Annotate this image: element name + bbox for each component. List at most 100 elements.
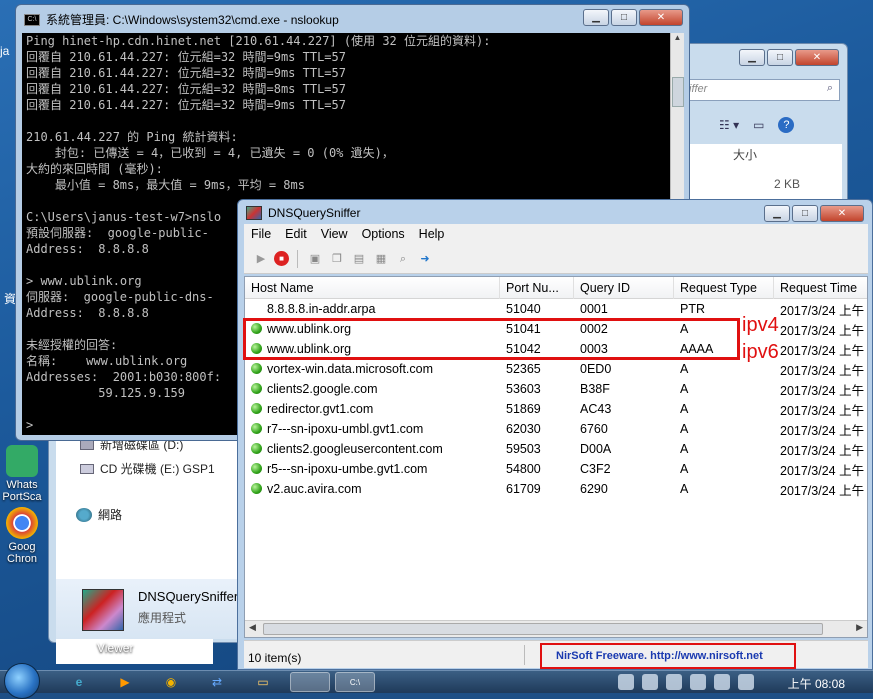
properties-icon[interactable]: ▤ bbox=[350, 250, 368, 268]
console-line: 210.61.44.227 的 Ping 統計資料: bbox=[26, 130, 238, 144]
cell-type: A bbox=[680, 482, 689, 496]
scrollbar-thumb[interactable] bbox=[672, 77, 684, 107]
detail-file-name: DNSQuerySniffer bbox=[138, 589, 239, 604]
menu-edit[interactable]: Edit bbox=[278, 227, 314, 241]
application-icon bbox=[82, 589, 124, 631]
scroll-right-arrow-icon[interactable]: ▶ bbox=[856, 622, 863, 633]
column-header-query-id[interactable]: Query ID bbox=[574, 277, 674, 299]
close-button[interactable]: ✕ bbox=[639, 9, 683, 26]
table-row[interactable]: r5---sn-ipoxu-umbe.gvt1.com 54800 C3F2 A 201… bbox=[245, 459, 867, 479]
menu-options[interactable]: Options bbox=[355, 227, 412, 241]
table-row[interactable]: clients2.google.com 53603 B38F A 2017/3/24 上… bbox=[245, 379, 867, 399]
find-icon[interactable]: ⌕ bbox=[394, 250, 412, 268]
file-explorer-taskbar-icon[interactable]: ▭ bbox=[250, 672, 276, 692]
arrow-tray-icon[interactable] bbox=[666, 674, 682, 690]
cell-time: 2017/3/24 上午 bbox=[780, 423, 865, 438]
minimize-button[interactable]: ▁ bbox=[764, 205, 790, 222]
table-row[interactable]: redirector.gvt1.com 51869 AC43 A 2017/3/24 上… bbox=[245, 399, 867, 419]
maximize-button[interactable]: □ bbox=[767, 49, 793, 66]
column-header-host-name[interactable]: Host Name bbox=[245, 277, 500, 299]
column-header-request-time[interactable]: Request Time bbox=[774, 277, 867, 299]
cell-time: 2017/3/24 上午 bbox=[780, 343, 865, 358]
chrome-taskbar-icon[interactable]: ◉ bbox=[158, 672, 184, 692]
cell-type: A bbox=[680, 442, 689, 456]
minimize-button[interactable]: ▁ bbox=[739, 49, 765, 66]
ipv6-annotation: ipv6 bbox=[742, 341, 779, 363]
network-icon bbox=[76, 507, 92, 522]
system-tray bbox=[618, 674, 754, 690]
dnsquerysniffer-window[interactable]: DNSQuerySniffer ▁ □ ✕ File Edit View Opt… bbox=[237, 199, 873, 670]
cell-time: 2017/3/24 上午 bbox=[780, 363, 865, 378]
cell-port: 53603 bbox=[506, 382, 541, 396]
save-icon[interactable]: ▣ bbox=[306, 250, 324, 268]
search-input[interactable]: iffer ⌕ bbox=[682, 79, 840, 101]
cell-qid: C3F2 bbox=[580, 462, 611, 476]
menu-help[interactable]: Help bbox=[412, 227, 452, 241]
exit-icon[interactable]: ➜ bbox=[416, 250, 434, 268]
start-capture-icon[interactable]: ▶ bbox=[252, 250, 270, 268]
table-row[interactable]: v2.auc.avira.com 61709 6290 A 2017/3/24 上午 bbox=[245, 479, 867, 499]
menu-file[interactable]: File bbox=[244, 227, 278, 241]
preview-pane-icon[interactable]: ▭ bbox=[753, 118, 764, 132]
table-row[interactable]: r7---sn-ipoxu-umbl.gvt1.com 62030 6760 A 201… bbox=[245, 419, 867, 439]
host-name-text: clients2.google.com bbox=[267, 382, 378, 396]
status-item-count: 10 item(s) bbox=[248, 651, 302, 665]
chrome-icon bbox=[6, 507, 38, 539]
console-line: 封包: 已傳送 = 4，已收到 = 4, 已遺失 = 0 (0% 遺失)， bbox=[26, 146, 394, 160]
search-icon: ⌕ bbox=[826, 82, 833, 94]
nav-item-network[interactable]: 網路 bbox=[76, 506, 122, 523]
cell-port: 62030 bbox=[506, 422, 541, 436]
scrollbar-thumb[interactable] bbox=[263, 623, 823, 635]
media-player-icon[interactable]: ▶ bbox=[112, 672, 138, 692]
horizontal-scrollbar[interactable]: ◀ ▶ bbox=[245, 620, 867, 637]
dnsquerysniffer-taskbar-button[interactable] bbox=[290, 672, 330, 692]
help-icon[interactable]: ? bbox=[778, 117, 795, 133]
maximize-button[interactable]: □ bbox=[611, 9, 637, 26]
start-button[interactable] bbox=[4, 663, 40, 699]
close-button[interactable]: ✕ bbox=[820, 205, 864, 222]
dqs-window-controls: ▁ □ ✕ bbox=[764, 205, 864, 222]
cell-time: 2017/3/24 上午 bbox=[780, 443, 865, 458]
whatsportscan-desktop-icon[interactable]: Whats PortSca bbox=[0, 445, 44, 503]
view-options-icon[interactable]: ☷ ▾ bbox=[719, 118, 739, 132]
cell-host: clients2.googleusercontent.com bbox=[245, 442, 500, 456]
keyboard-icon[interactable] bbox=[618, 674, 634, 690]
teamviewer-icon[interactable]: ⇄ bbox=[204, 672, 230, 692]
nirsoft-link[interactable]: NirSoft Freeware. http://www.nirsoft.net bbox=[556, 650, 763, 662]
table-row[interactable]: clients2.googleusercontent.com 59503 D00A A… bbox=[245, 439, 867, 459]
close-button[interactable]: ✕ bbox=[795, 49, 839, 66]
maximize-button[interactable]: □ bbox=[792, 205, 818, 222]
volume-icon[interactable] bbox=[738, 674, 754, 690]
minimize-button[interactable]: ▁ bbox=[583, 9, 609, 26]
cell-host: vortex-win.data.microsoft.com bbox=[245, 362, 500, 376]
column-header-port-number[interactable]: Port Nu... bbox=[500, 277, 574, 299]
internet-explorer-icon[interactable]: e bbox=[66, 672, 92, 692]
cell-time: 2017/3/24 上午 bbox=[780, 463, 865, 478]
column-header-size[interactable]: 大小 bbox=[733, 146, 757, 163]
help-tray-icon[interactable] bbox=[642, 674, 658, 690]
cell-type: A bbox=[680, 462, 689, 476]
status-dot-icon bbox=[251, 403, 262, 414]
status-dot-icon bbox=[251, 463, 262, 474]
cmd-taskbar-button[interactable]: C:\ bbox=[335, 672, 375, 692]
clock[interactable]: 上午 08:08 bbox=[788, 675, 845, 692]
nav-item-label: CD 光碟機 (E:) GSP1 bbox=[100, 462, 215, 476]
cell-time: 2017/3/24 上午 bbox=[780, 303, 865, 318]
ipv4-annotation: ipv4 bbox=[742, 314, 779, 336]
host-name-text: 8.8.8.8.in-addr.arpa bbox=[267, 302, 376, 316]
host-name-text: clients2.googleusercontent.com bbox=[267, 442, 443, 456]
google-chrome-desktop-icon[interactable]: Goog Chron bbox=[0, 507, 44, 565]
action-center-icon[interactable] bbox=[714, 674, 730, 690]
scroll-up-arrow-icon[interactable]: ▲ bbox=[671, 33, 684, 42]
cell-time: 2017/3/24 上午 bbox=[780, 383, 865, 398]
nav-item-cd-drive[interactable]: CD 光碟機 (E:) GSP1 bbox=[80, 460, 215, 477]
network-tray-icon[interactable] bbox=[690, 674, 706, 690]
scroll-left-arrow-icon[interactable]: ◀ bbox=[249, 622, 256, 633]
copy-icon[interactable]: ❐ bbox=[328, 250, 346, 268]
status-separator bbox=[524, 645, 525, 665]
stop-capture-icon[interactable]: ■ bbox=[274, 251, 289, 266]
cmd-title: 系統管理員: C:\Windows\system32\cmd.exe - nsl… bbox=[46, 13, 339, 27]
column-header-request-type[interactable]: Request Type bbox=[674, 277, 774, 299]
html-report-icon[interactable]: ▦ bbox=[372, 250, 390, 268]
menu-view[interactable]: View bbox=[314, 227, 355, 241]
